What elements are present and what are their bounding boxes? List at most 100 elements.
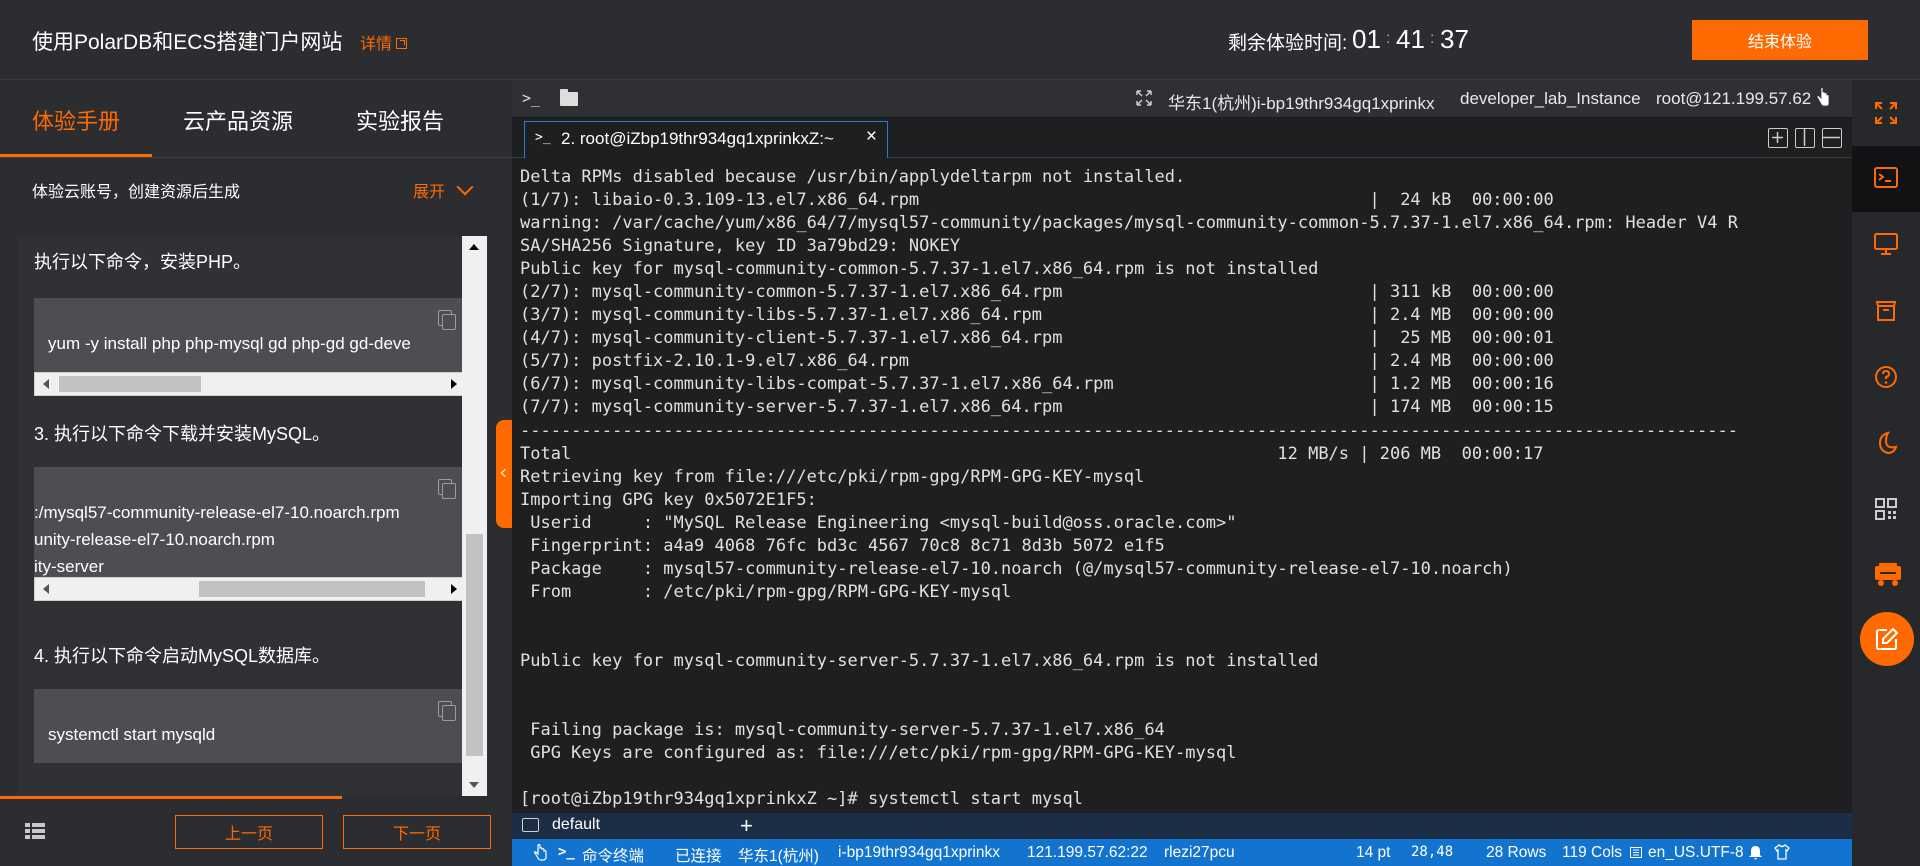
status-rows: 28 Rows [1486,844,1547,861]
edit-fab-button[interactable] [1860,612,1914,666]
qrcode-button[interactable] [1852,476,1920,542]
expand-button[interactable]: 展开 [413,178,474,202]
copy-icon[interactable] [438,479,456,499]
terminal-button[interactable] [1852,146,1920,212]
details-link[interactable]: 详情 [360,30,408,54]
end-experience-button[interactable]: 结束体验 [1692,20,1868,60]
tab-cloud-resources[interactable]: 云产品资源 [183,104,293,136]
close-icon[interactable]: × [866,126,877,148]
status-connected: 已连接 [675,848,722,865]
terminal-line: (2/7): mysql-community-common-5.7.37-1.e… [520,282,1554,303]
cart-button[interactable] [1852,542,1920,608]
status-encoding[interactable]: en_US.UTF-8 [1648,844,1744,862]
timer-label: 剩余体验时间: [1228,33,1348,54]
vertical-scrollbar[interactable] [462,236,487,796]
notification-bell-icon[interactable] [1748,845,1763,861]
status-user: rlezi27pcu [1164,844,1235,861]
scroll-right-icon[interactable] [451,584,457,594]
terminal-prompt-icon: >_ [558,844,575,860]
terminal-line: (5/7): postfix-2.10.1-9.el7.x86_64.rpm |… [520,351,1554,372]
help-button[interactable] [1852,344,1920,410]
expand-label: 展开 [413,184,446,201]
terminal-line: (1/7): libaio-0.3.109-13.el7.x86_64.rpm … [520,190,1554,211]
header-region: 华东1(杭州)i-bp19thr934gq1xprinkx [1168,94,1435,113]
timer-minutes: 41 [1396,24,1425,54]
status-instance: i-bp19thr934gq1xprinkx [838,844,1000,861]
external-link-icon [396,38,408,49]
header-instance: developer_lab_Instance [1460,89,1641,108]
terminal-session-tab[interactable]: >_ 2. root@iZbp19thr934gq1xprinkxZ:~ × [524,121,888,158]
terminal-line: SA/SHA256 Signature, key ID 3a79bd29: NO… [520,236,961,257]
terminal-line: From : /etc/pki/rpm-gpg/RPM-GPG-KEY-mysq… [520,581,1012,602]
archive-button[interactable] [1852,278,1920,344]
collapse-panel-handle[interactable] [496,420,512,528]
edit-icon [1876,627,1899,650]
scroll-left-icon[interactable] [43,379,49,389]
session-tab-default[interactable]: default [552,816,600,834]
terminal-line: Public key for mysql-community-common-5.… [520,259,1319,280]
copy-icon[interactable] [438,701,456,721]
step-text: 3. 执行以下命令下载并安装MySQL。 [34,424,331,444]
copy-icon[interactable] [438,310,456,330]
scroll-right-icon[interactable] [451,379,457,389]
details-label: 详情 [360,36,393,53]
code-line: unity-release-el7-10.noarch.rpm [34,530,275,549]
theme-button[interactable] [1852,410,1920,476]
top-bar: 使用PolarDB和ECS搭建门户网站 详情 剩余体验时间: 01 : 41 :… [0,0,1920,80]
scroll-down-icon[interactable] [469,782,479,788]
scroll-left-icon[interactable] [43,584,49,594]
next-page-button[interactable]: 下一页 [343,815,491,849]
bottom-nav: 上一页 下一页 [0,799,512,866]
help-icon [1875,366,1897,388]
header-user: root@121.199.57.62 [1656,89,1812,108]
terminal-line: (4/7): mysql-community-client-5.7.37-1.e… [520,328,1554,349]
tab-manual[interactable]: 体验手册 [32,104,120,136]
desktop-icon [1874,233,1898,255]
new-pane-icon[interactable] [1768,128,1788,148]
terminal-tabbar: >_ 2. root@iZbp19thr934gq1xprinkxZ:~ × [512,118,1852,158]
terminal-line: Delta RPMs disabled because /usr/bin/app… [520,167,1186,187]
step-text: 执行以下命令，安装PHP。 [34,252,252,272]
terminal-output[interactable]: Delta RPMs disabled because /usr/bin/app… [520,166,1842,808]
desktop-button[interactable] [1852,212,1920,278]
scrollbar-thumb[interactable] [199,581,425,597]
terminal-line: ----------------------------------------… [520,420,1738,441]
tab-lab-report[interactable]: 实验报告 [356,104,444,136]
shirt-icon[interactable] [1774,844,1790,860]
split-vertical-icon[interactable] [1795,128,1815,148]
terminal-line: warning: /var/cache/yum/x86_64/7/mysql57… [520,213,1738,234]
session-icon [522,818,539,832]
account-text: 体验云账号，创建资源后生成 [32,184,241,201]
terminal-line: [root@iZbp19thr934gq1xprinkxZ ~]# system… [520,789,1083,808]
folder-icon[interactable] [560,89,578,106]
prev-page-button[interactable]: 上一页 [175,815,323,849]
split-horizontal-icon[interactable] [1822,128,1842,148]
fullscreen-toggle-icon[interactable] [1136,90,1152,106]
timer-hours: 01 [1352,24,1381,54]
scroll-up-icon[interactable] [469,244,479,250]
fullscreen-button[interactable] [1852,80,1920,146]
status-font-size[interactable]: 14 pt [1356,844,1390,862]
touch-icon[interactable] [534,844,547,861]
terminal-header: >_ 华东1(杭州)i-bp19thr934gq1xprinkx develop… [512,80,1852,118]
right-sidebar [1852,80,1920,866]
horizontal-scrollbar[interactable] [34,577,466,601]
code-line: systemctl start mysqld [48,725,216,744]
code-line: yum -y install php php-mysql gd php-gd g… [48,334,411,353]
archive-icon [1875,301,1897,321]
scrollbar-thumb[interactable] [59,376,201,392]
keyboard-icon [1630,847,1642,858]
horizontal-scrollbar[interactable] [34,372,466,396]
terminal-line: GPG Keys are configured as: file:///etc/… [520,743,1237,764]
timer-separator: : [1430,30,1435,47]
step-text: 4. 执行以下命令启动MySQL数据库。 [34,646,331,666]
add-session-icon[interactable]: + [740,813,753,839]
terminal-prompt-icon[interactable]: >_ [522,89,540,107]
scrollbar-thumb[interactable] [466,534,483,756]
status-ip: 121.199.57.62:22 [1027,844,1148,861]
terminal-icon [1874,167,1898,188]
menu-grid-icon[interactable] [25,823,45,840]
